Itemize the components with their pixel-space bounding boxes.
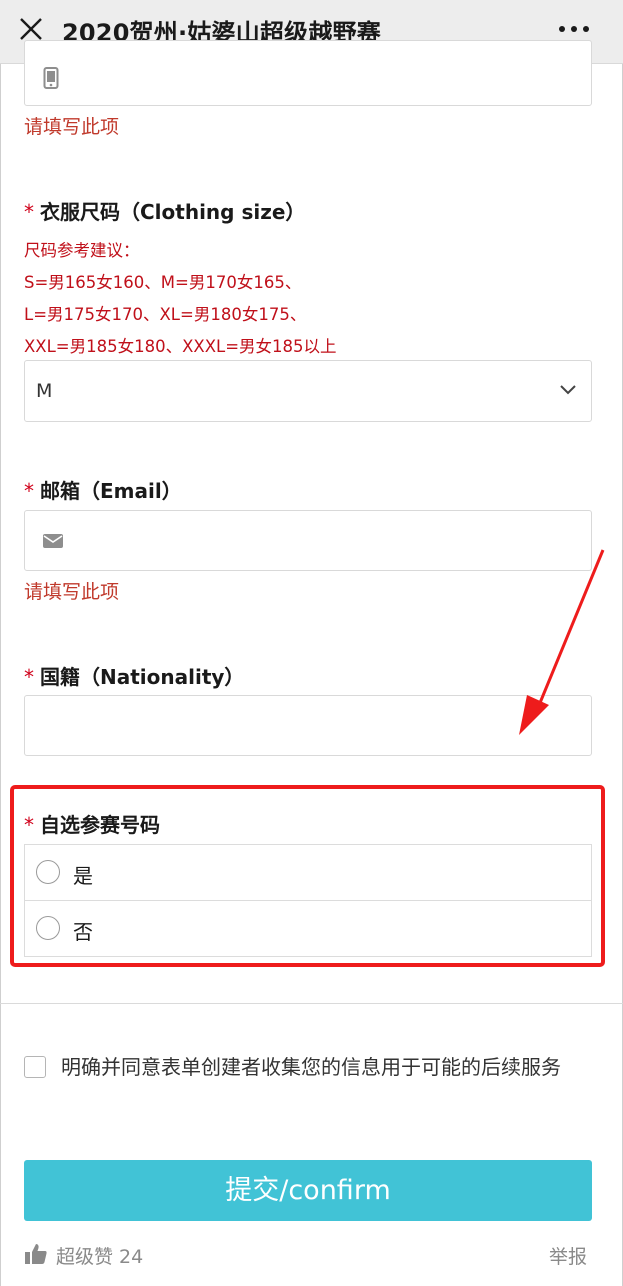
bib-number-label: * 自选参赛号码 <box>24 809 160 838</box>
section-divider <box>0 1003 623 1004</box>
email-error: 请填写此项 <box>24 581 120 603</box>
nationality-label-text: 国籍（Nationality） <box>40 665 245 689</box>
radio-label: 否 <box>73 920 93 944</box>
like-count-label: 超级赞 24 <box>56 1246 144 1268</box>
bib-number-label-text: 自选参赛号码 <box>40 813 160 837</box>
submit-button[interactable]: 提交/confirm <box>24 1160 592 1221</box>
clothing-label: * 衣服尺码（Clothing size） <box>24 196 305 225</box>
size-hint-line: S=男165女160、M=男170女165、 <box>24 273 302 292</box>
phone-icon <box>43 67 59 89</box>
radio-label: 是 <box>73 864 93 888</box>
thumbs-up-icon <box>25 1244 47 1264</box>
radio-option-yes[interactable]: 是 <box>24 844 592 901</box>
size-hint-line: XXL=男185女180、XXXL=男女185以上 <box>24 337 337 356</box>
size-hint-line: 尺码参考建议： <box>24 241 140 260</box>
close-icon <box>20 18 42 40</box>
required-mark: * <box>24 200 34 224</box>
phone-error: 请填写此项 <box>24 116 120 138</box>
page: 2020贺州·姑婆山超级越野赛 请填写此项 * 衣服尺码（Clothing siz… <box>0 0 623 1286</box>
radio-option-no[interactable]: 否 <box>24 900 592 957</box>
chevron-down-icon <box>560 385 576 395</box>
envelope-icon <box>43 534 63 548</box>
clothing-size-value: M <box>36 380 53 402</box>
phone-input[interactable] <box>24 40 592 106</box>
email-label: * 邮箱（Email） <box>24 475 182 504</box>
report-link[interactable]: 举报 <box>549 1242 587 1269</box>
email-label-text: 邮箱（Email） <box>40 479 182 503</box>
email-input[interactable] <box>24 510 592 571</box>
nationality-label: * 国籍（Nationality） <box>24 661 244 690</box>
clothing-label-text: 衣服尺码（Clothing size） <box>40 200 306 224</box>
required-mark: * <box>24 479 34 503</box>
size-hint-line: L=男175女170、XL=男180女175、 <box>24 305 307 324</box>
required-mark: * <box>24 665 34 689</box>
nationality-input[interactable] <box>24 695 592 756</box>
radio-circle-icon <box>36 860 60 884</box>
consent-text: 明确并同意表单创建者收集您的信息用于可能的后续服务 <box>61 1055 561 1079</box>
radio-circle-icon <box>36 916 60 940</box>
required-mark: * <box>24 813 34 837</box>
clothing-size-select[interactable]: M <box>24 360 592 422</box>
close-button[interactable] <box>18 16 44 42</box>
